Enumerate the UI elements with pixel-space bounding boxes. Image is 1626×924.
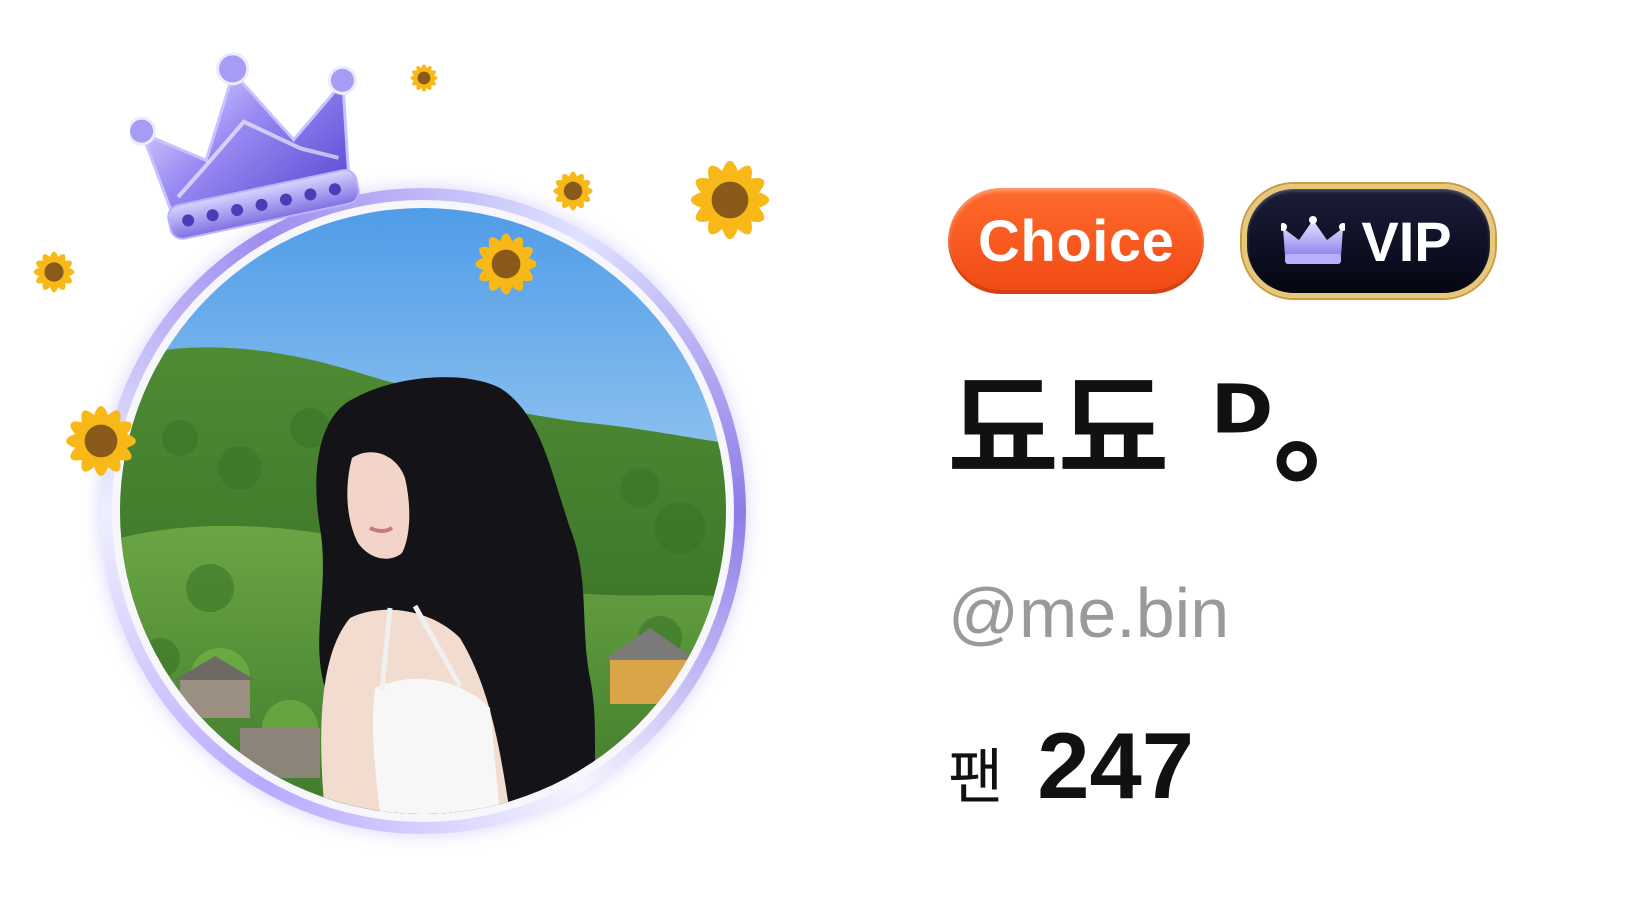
sunflower-icon [410, 64, 438, 92]
profile-display-name: 됴됴 ᴰ。 [948, 362, 1394, 501]
fan-count-value: 247 [1037, 713, 1195, 818]
crown-icon [130, 52, 360, 240]
profile-handle: @me.bin [948, 574, 1230, 652]
choice-badge-label: Choice [978, 208, 1175, 274]
sunflower-icon [33, 251, 75, 293]
fan-count[interactable]: 팬 247 [948, 712, 1194, 820]
crown-icon [1281, 216, 1346, 264]
avatar-photo [120, 208, 726, 814]
choice-badge[interactable]: Choice [948, 188, 1205, 294]
badge-row: Choice VIP [948, 184, 1495, 298]
vip-badge-label: VIP [1361, 209, 1452, 273]
sunflower-icon [66, 406, 136, 476]
profile-header: Choice VIP 됴됴 ᴰ。 @me.bin 팬 247 [0, 0, 1626, 924]
sunflower-icon [553, 171, 593, 211]
sunflower-icon [690, 160, 770, 240]
profile-avatar[interactable] [100, 188, 746, 834]
fan-count-label: 팬 [948, 743, 1004, 813]
vip-badge[interactable]: VIP [1242, 184, 1495, 298]
sunflower-icon [475, 233, 537, 295]
